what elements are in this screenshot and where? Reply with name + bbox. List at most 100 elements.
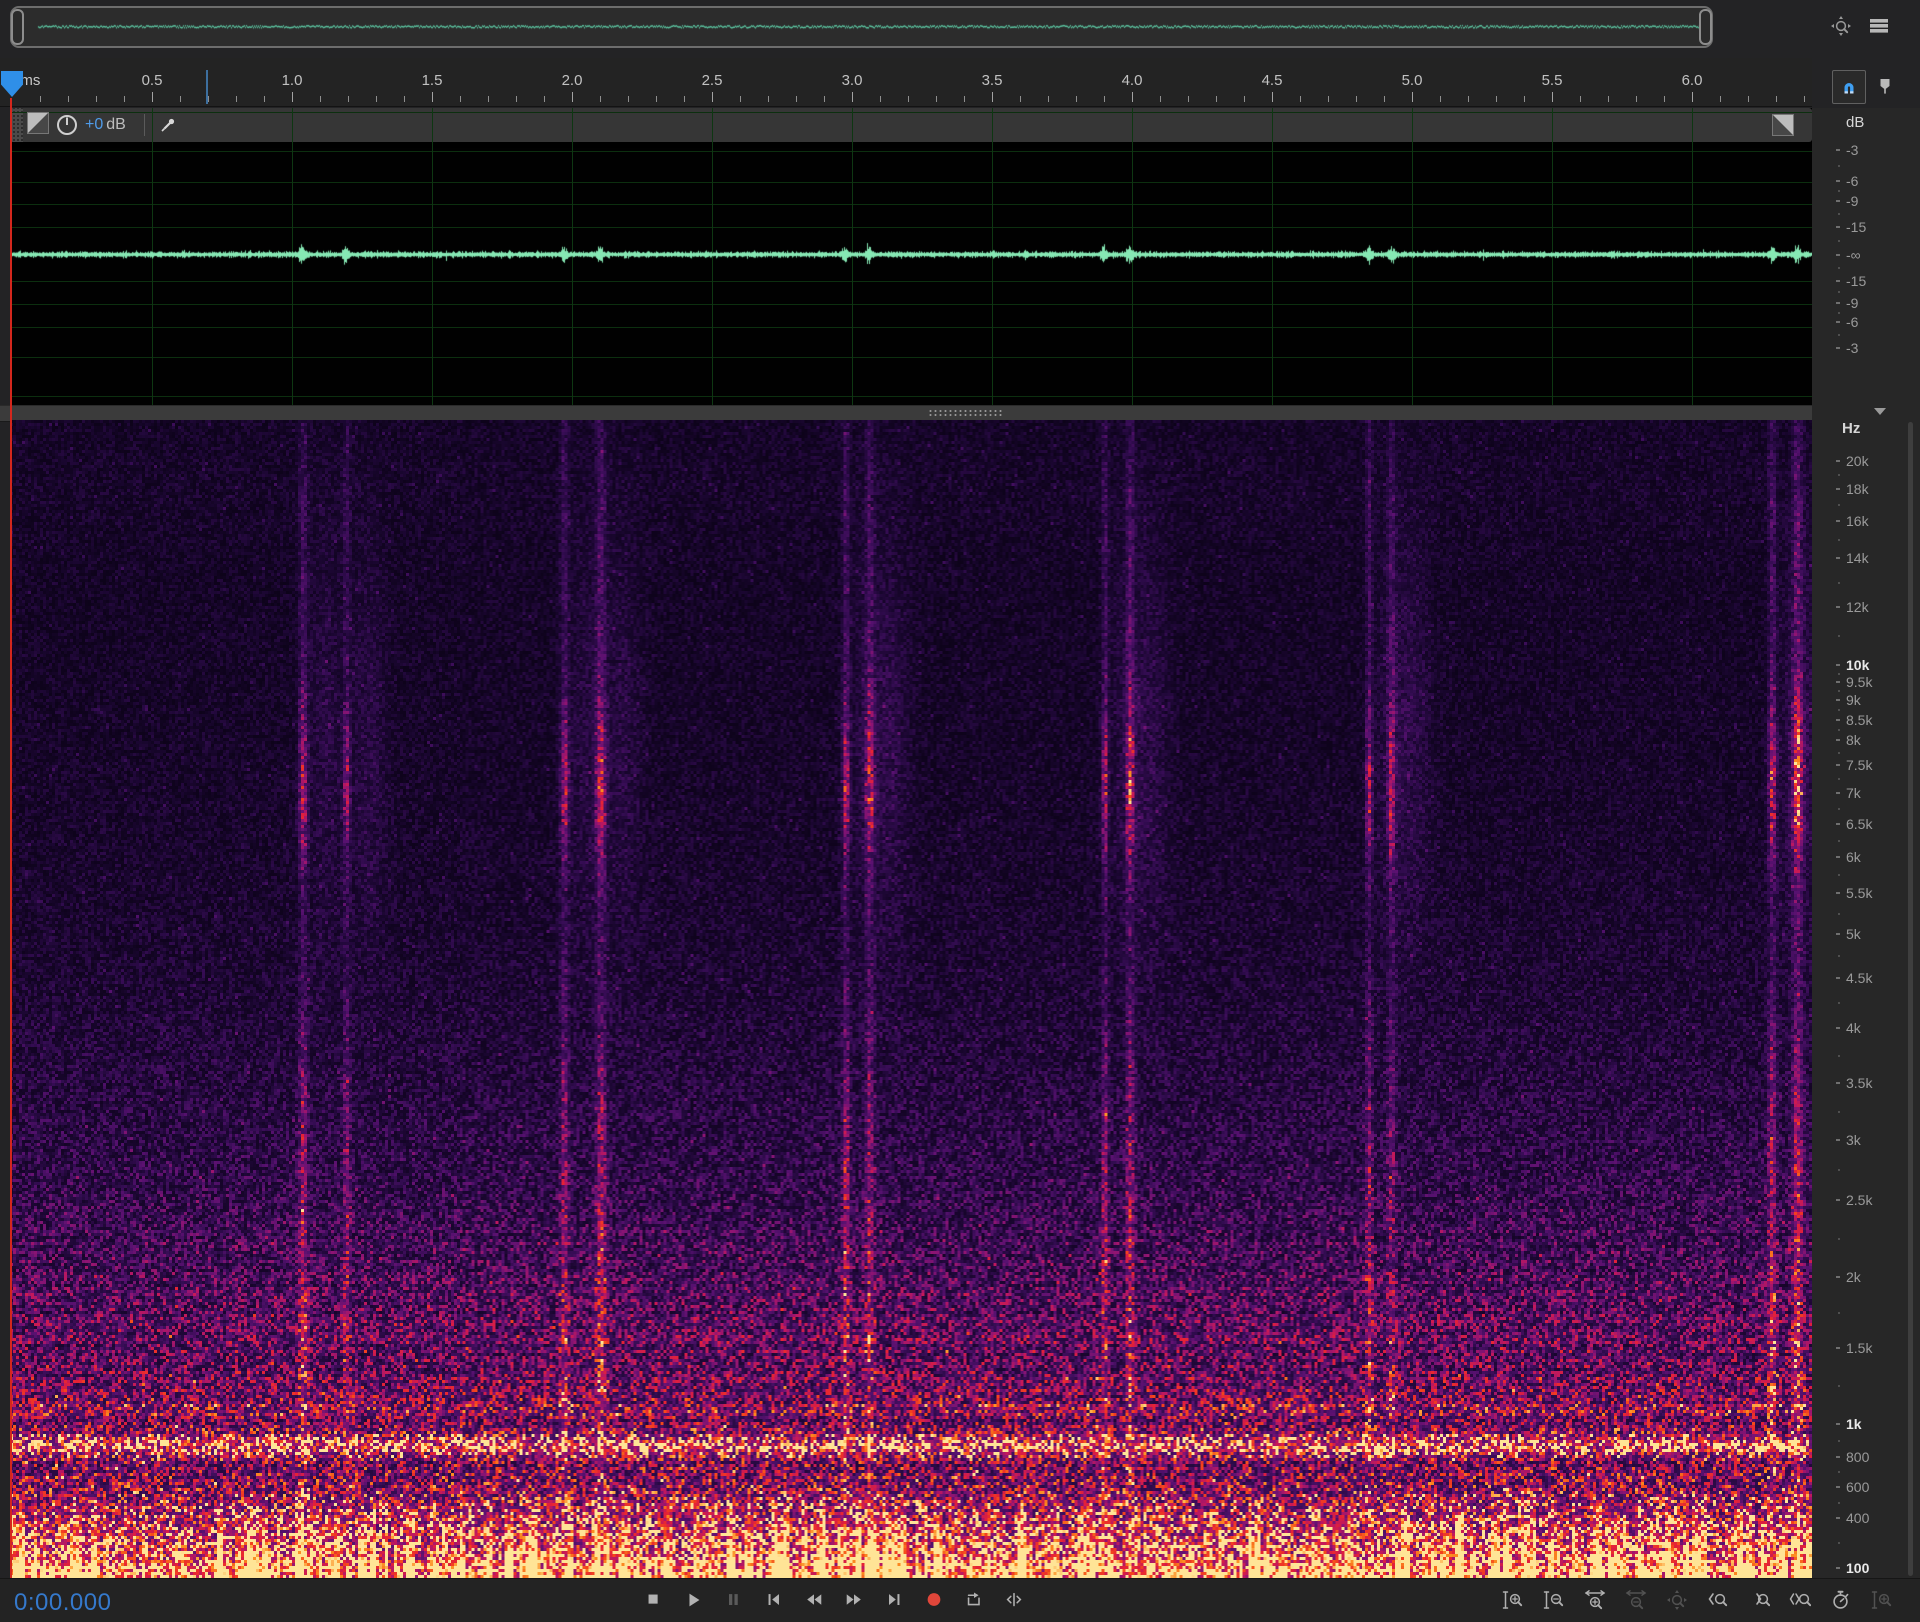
scale-tick-minor	[1838, 474, 1840, 476]
scale-tick	[1836, 1082, 1840, 1084]
scale-label: 1.5k	[1846, 1340, 1873, 1356]
zoom-in-vertical-button[interactable]	[1492, 1583, 1533, 1617]
ruler-tick	[1468, 96, 1469, 102]
ruler-cursor-tick	[206, 70, 208, 104]
scale-label: 600	[1846, 1479, 1870, 1495]
loop-playback-button[interactable]	[954, 1583, 994, 1617]
zoom-reset-icon[interactable]	[1824, 9, 1858, 43]
waveform-panel[interactable]: +0 dB	[10, 108, 1812, 405]
timeline-ruler[interactable]: hms 0.5 1.0 1.5 2.0 2.5 3.0 3.5 4.0 4.5 5.0 5.5 6.0	[0, 58, 1812, 107]
scale-tick-minor	[1838, 839, 1840, 842]
zoom-reset-button[interactable]	[1656, 1583, 1697, 1617]
zoom-toolbar	[1492, 1583, 1902, 1617]
navigator-overview-waveform	[12, 8, 1711, 46]
add-marker-button[interactable]	[1869, 70, 1901, 102]
ruler-tick	[1692, 92, 1693, 102]
time-display[interactable]: 0:00.000	[14, 1589, 111, 1617]
scale-label: 3.5k	[1846, 1075, 1873, 1091]
ruler-tick	[1272, 92, 1273, 102]
scale-label: 3k	[1846, 1132, 1861, 1148]
scale-label: -9	[1846, 295, 1859, 311]
ruler-tick	[236, 96, 237, 102]
scale-label: 4.5k	[1846, 970, 1873, 986]
scale-tick	[1836, 302, 1840, 304]
ruler-tick	[964, 96, 965, 102]
scale-label: 14k	[1846, 550, 1869, 566]
splitter-grip[interactable]	[928, 409, 1002, 417]
scale-tick	[1836, 460, 1840, 462]
scale-tick	[1836, 977, 1840, 979]
go-to-start-button[interactable]	[754, 1583, 794, 1617]
timed-record-button[interactable]	[1820, 1583, 1861, 1617]
scale-tick-minor	[1838, 874, 1840, 876]
spectral-frequency-display[interactable]	[10, 420, 1812, 1578]
zoom-navigator[interactable]	[10, 6, 1713, 48]
play-button[interactable]	[674, 1583, 714, 1617]
scale-tick-minor	[1838, 334, 1840, 336]
zoom-selection-button[interactable]	[1779, 1583, 1820, 1617]
vertical-zoom-button[interactable]	[1861, 1583, 1902, 1617]
scale-tick	[1836, 254, 1840, 256]
scale-tick	[1836, 1139, 1840, 1141]
scale-tick	[1836, 1199, 1840, 1201]
playhead-handle[interactable]	[1, 71, 23, 97]
scale-tick-minor	[1838, 267, 1840, 269]
scale-tick	[1836, 180, 1840, 182]
skip-selection-button[interactable]	[994, 1583, 1034, 1617]
ruler-tick	[544, 96, 545, 102]
vertical-scale-scrollbar[interactable]	[1908, 422, 1913, 1576]
ruler-tick	[40, 96, 41, 102]
corner-handle-right-icon[interactable]	[1772, 114, 1794, 136]
pause-button[interactable]	[714, 1583, 754, 1617]
ruler-tick	[936, 96, 937, 102]
ruler-time-label: 1.0	[281, 72, 303, 89]
panel-menu-icon[interactable]	[1862, 9, 1896, 43]
ruler-tick	[796, 96, 797, 102]
ruler-tick	[1188, 96, 1189, 102]
ruler-tick	[208, 96, 209, 102]
snap-toggle-button[interactable]	[1832, 70, 1866, 104]
scale-tick-minor	[1838, 1169, 1840, 1171]
scale-tick	[1836, 892, 1840, 894]
scale-label: 9.5k	[1846, 674, 1873, 690]
ruler-tick	[1776, 96, 1777, 102]
transport-controls	[634, 1583, 1034, 1617]
ruler-tick	[404, 96, 405, 102]
ruler-tick	[320, 96, 321, 102]
scale-label: 16k	[1846, 513, 1869, 529]
current-time-indicator-line[interactable]	[10, 98, 12, 1578]
ruler-tick	[1020, 96, 1021, 102]
navigator-left-handle[interactable]	[11, 9, 24, 45]
scale-tick-minor	[1838, 912, 1840, 915]
go-to-end-button[interactable]	[874, 1583, 914, 1617]
ruler-tick	[1440, 96, 1441, 102]
ruler-tick	[376, 96, 377, 102]
fast-forward-button[interactable]	[834, 1583, 874, 1617]
scale-tick	[1836, 280, 1840, 282]
scale-tick	[1836, 1517, 1840, 1519]
scale-label: -15	[1846, 273, 1867, 289]
ruler-tick	[656, 96, 657, 102]
audio-editor-window: hms 0.5 1.0 1.5 2.0 2.5 3.0 3.5 4.0 4.5 5.0 5.5 6.0…	[0, 0, 1920, 1622]
ruler-tick	[264, 96, 265, 102]
zoom-in-horizontal-button[interactable]	[1574, 1583, 1615, 1617]
scale-label: 8k	[1846, 732, 1861, 748]
scale-tick-minor	[1838, 1311, 1840, 1314]
navigator-right-handle[interactable]	[1699, 9, 1712, 45]
ruler-time-label: 6.0	[1681, 72, 1703, 89]
hz-scale-gutter[interactable]: Hz 20k 18k 16k 14k 12k 10k 9.5k 9k 8.5k 8k 7.5k 7k 6…	[1812, 420, 1920, 1578]
zoom-out-vertical-button[interactable]	[1533, 1583, 1574, 1617]
scale-label: -6	[1846, 173, 1859, 189]
record-button[interactable]	[914, 1583, 954, 1617]
rewind-button[interactable]	[794, 1583, 834, 1617]
zoom-in-point-button[interactable]	[1697, 1583, 1738, 1617]
corner-handle-left-icon[interactable]	[27, 112, 49, 134]
db-scale-gutter[interactable]: dB -3 -6 -9 -15 -∞ -15 -9 -6 -3	[1812, 108, 1920, 405]
scale-options-dropdown-icon[interactable]	[1874, 408, 1886, 415]
scale-tick-minor	[1838, 751, 1840, 754]
db-scale-title: dB	[1846, 114, 1865, 131]
zoom-out-horizontal-button[interactable]	[1615, 1583, 1656, 1617]
scale-label: 6.5k	[1846, 816, 1873, 832]
zoom-out-point-button[interactable]	[1738, 1583, 1779, 1617]
stop-button[interactable]	[634, 1583, 674, 1617]
